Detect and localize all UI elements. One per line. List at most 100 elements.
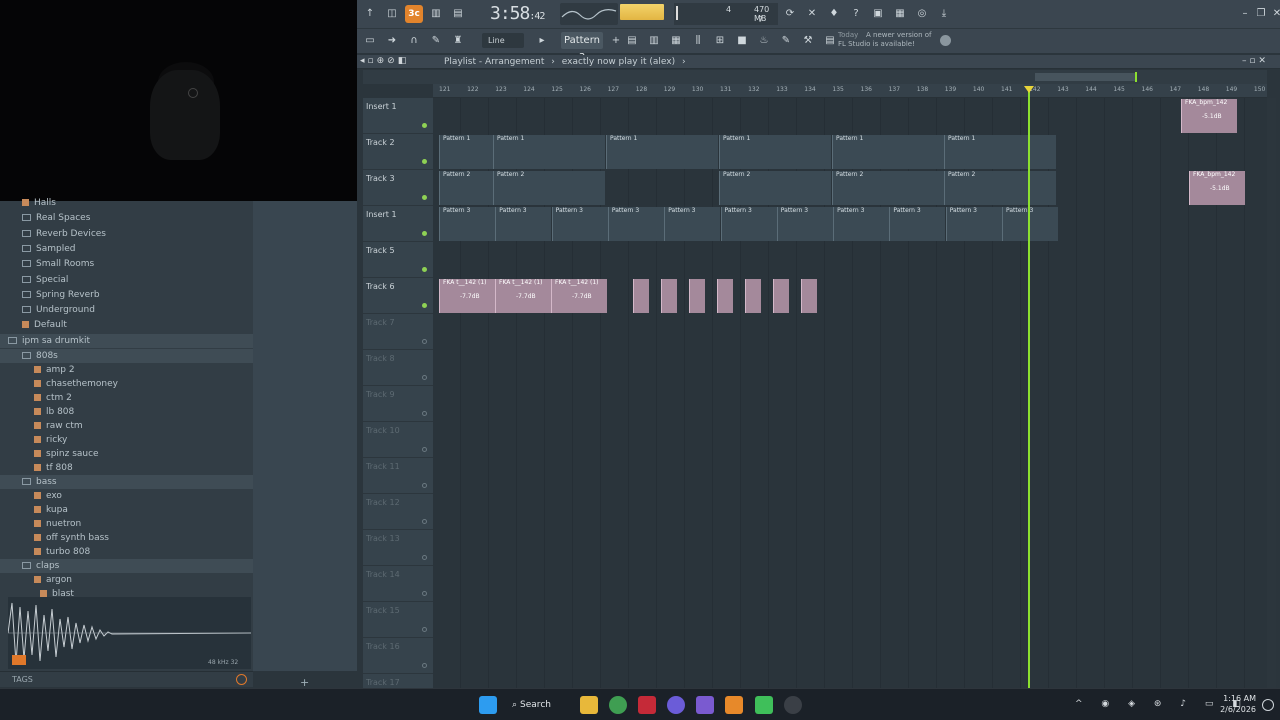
playlist-clip[interactable]: Pattern 1 [439, 135, 493, 169]
magnet-icon[interactable]: ∩ [405, 32, 423, 50]
track-header[interactable]: Track 8 [363, 350, 433, 386]
track-mute-led[interactable] [422, 195, 427, 200]
taskbar-search[interactable]: ⌕ Search [512, 695, 560, 715]
overview-scroll-thumb[interactable] [1035, 73, 1135, 81]
stamp-icon[interactable]: ♜ [449, 32, 467, 50]
file-explorer-icon[interactable] [580, 696, 598, 714]
browser-item-tf-808[interactable]: tf 808 [0, 461, 73, 475]
app-red-icon[interactable] [638, 696, 656, 714]
project-icon[interactable]: ■ [733, 32, 751, 50]
track-mute-led[interactable] [422, 339, 427, 344]
search-tags-icon[interactable] [236, 674, 247, 685]
track-mute-led[interactable] [422, 231, 427, 236]
record-button[interactable]: 3c [405, 5, 423, 23]
step-edit-icon[interactable]: ▥ [427, 5, 445, 23]
playlist-clip[interactable] [801, 279, 817, 313]
playlist-clip[interactable]: Pattern 1 [944, 135, 1056, 169]
track-header[interactable]: Track 3 [363, 170, 433, 206]
track-header[interactable]: Track 12 [363, 494, 433, 530]
close-icon[interactable]: ✕ [1268, 5, 1280, 23]
playlist-tool-icons[interactable]: ◂▫⊕⊘◧ [360, 56, 430, 68]
track-header[interactable]: Track 11 [363, 458, 433, 494]
download-icon[interactable]: ⤓ [935, 5, 953, 23]
pattern-song-toggle[interactable]: ◫ [383, 5, 401, 23]
browser-item-spring-reverb[interactable]: Spring Reverb [0, 288, 100, 302]
track-header[interactable]: Track 14 [363, 566, 433, 602]
track-header[interactable]: Track 15 [363, 602, 433, 638]
track-header[interactable]: Track 7 [363, 314, 433, 350]
news-icon[interactable] [940, 35, 951, 46]
playlist-clip[interactable]: Pattern 3 [607, 207, 664, 241]
tools-icon[interactable]: ✎ [777, 32, 795, 50]
playlist-clip[interactable]: Pattern 2 [493, 171, 605, 205]
browser-item-blast[interactable]: blast [0, 587, 74, 601]
browser-item-exo[interactable]: exo [0, 489, 62, 503]
playlist-clip[interactable] [633, 279, 649, 313]
track-header[interactable]: Insert 1 [363, 98, 433, 134]
track-mute-led[interactable] [422, 519, 427, 524]
browser-item-spinz-sauce[interactable]: spinz sauce [0, 447, 99, 461]
metronome-icon[interactable]: ✕ [803, 5, 821, 23]
playlist-clip[interactable]: Pattern 3 [551, 207, 608, 241]
browser-item-808s[interactable]: 808s [0, 349, 253, 363]
piano-roll-icon[interactable]: ▦ [667, 32, 685, 50]
app-circle-icon[interactable] [784, 696, 802, 714]
playlist-grid[interactable]: Pattern 1 Pattern 1 Pattern 1 Pattern 1 Patt… [433, 98, 1267, 688]
track-mute-led[interactable] [422, 267, 427, 272]
microphone-icon[interactable]: ♦ [825, 5, 843, 23]
browser-item-ctm-2[interactable]: ctm 2 [0, 391, 72, 405]
browser-item-chasethemoney[interactable]: chasethemoney [0, 377, 118, 391]
start-icon[interactable] [479, 696, 497, 714]
browser-item-real-spaces[interactable]: Real Spaces [0, 211, 90, 225]
track-header[interactable]: Track 13 [363, 530, 433, 566]
news-panel[interactable]: Today A newer version of FL Studio is av… [838, 31, 936, 51]
playlist-clip[interactable]: Pattern 3 [495, 207, 552, 241]
browser-item-default[interactable]: Default [0, 318, 67, 332]
piano-keys-icon[interactable]: ▭ [361, 32, 379, 50]
browser-item-nuetron[interactable]: nuetron [0, 517, 81, 531]
playlist-clip[interactable]: Pattern 2 [944, 171, 1056, 205]
browser-item-turbo-808[interactable]: turbo 808 [0, 545, 90, 559]
discord-icon[interactable] [667, 696, 685, 714]
template-icon[interactable]: ▤ [821, 32, 839, 50]
browser-item-argon[interactable]: argon [0, 573, 72, 587]
playlist-icon[interactable]: ▤ [623, 32, 641, 50]
browser-item-lb-808[interactable]: lb 808 [0, 405, 74, 419]
pattern-selector[interactable]: Pattern 3 [561, 32, 603, 63]
playlist-clip[interactable]: Pattern 3 [1002, 207, 1058, 241]
undo-icon[interactable]: ⟳ [781, 5, 799, 23]
playlist-clip[interactable]: Pattern 1 [832, 135, 944, 169]
help-icon[interactable]: ? [847, 5, 865, 23]
track-mute-led[interactable] [422, 303, 427, 308]
playlist-clip[interactable]: Pattern 3 [720, 207, 777, 241]
track-mute-led[interactable] [422, 411, 427, 416]
playlist-clip[interactable]: FKA t__142 (1) -7.7dB [439, 279, 495, 313]
playlist-clip[interactable]: FKA_bpm_142 -5.1dB [1189, 171, 1245, 205]
browser-item-ipm-sa-drumkit[interactable]: ipm sa drumkit [0, 333, 253, 348]
chrome-icon[interactable] [609, 696, 627, 714]
mixer-toggle-icon[interactable]: ⫼ [689, 32, 707, 50]
app-green-icon[interactable] [755, 696, 773, 714]
browser-item-ricky[interactable]: ricky [0, 433, 67, 447]
tags-bar[interactable]: TAGS [0, 671, 253, 687]
playlist-clip[interactable]: Pattern 3 [439, 207, 495, 241]
playlist-clip[interactable]: Pattern 3 [664, 207, 721, 241]
track-header[interactable]: Track 9 [363, 386, 433, 422]
track-header[interactable]: Insert 1 [363, 206, 433, 242]
playhead-marker[interactable] [1024, 86, 1034, 93]
browser-item-raw-ctm[interactable]: raw ctm [0, 419, 83, 433]
browser-item-kupa[interactable]: kupa [0, 503, 68, 517]
pencil-icon[interactable]: ✎ [427, 32, 445, 50]
playlist-clip[interactable]: Pattern 3 [889, 207, 946, 241]
channel-rack-icon[interactable]: ▥ [645, 32, 663, 50]
track-mute-led[interactable] [422, 663, 427, 668]
track-mute-led[interactable] [422, 159, 427, 164]
playlist-clip[interactable]: Pattern 3 [776, 207, 833, 241]
browser-icon[interactable]: ⊞ [711, 32, 729, 50]
wave-edit-icon[interactable]: ▤ [449, 5, 467, 23]
taskbar-clock[interactable]: 1:16 AM 2/6/2026 [1212, 693, 1256, 715]
plugin-icon[interactable]: ♨ [755, 32, 773, 50]
playlist-clip[interactable] [689, 279, 705, 313]
track-header[interactable]: Track 2 [363, 134, 433, 170]
playlist-clip[interactable]: Pattern 3 [945, 207, 1002, 241]
